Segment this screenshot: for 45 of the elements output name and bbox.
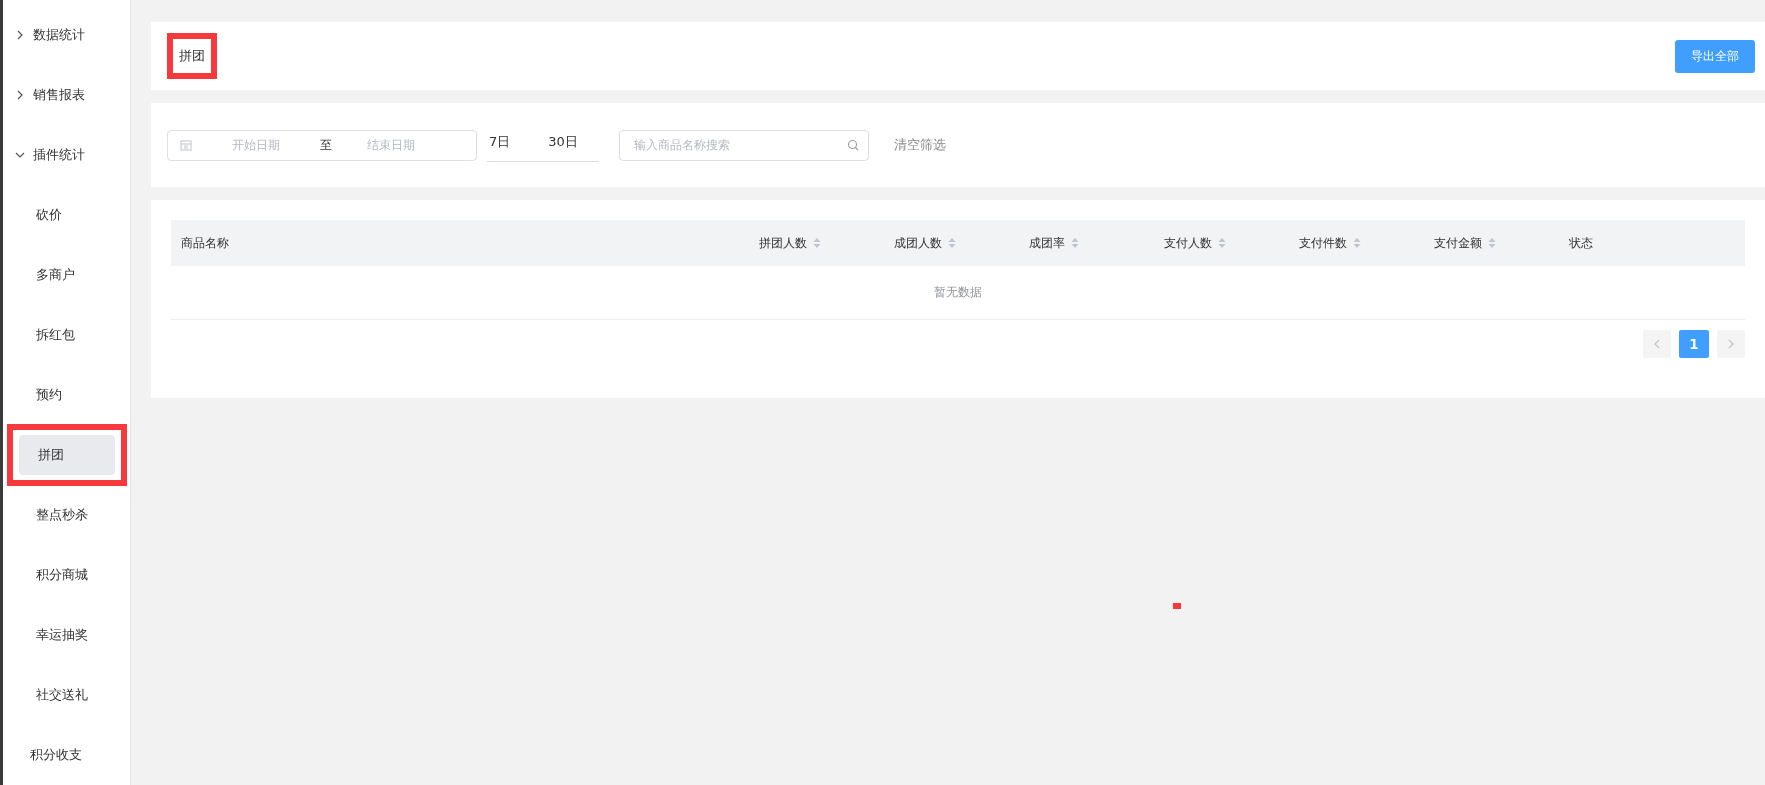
column-header: 支付人数	[1164, 234, 1212, 252]
sort-icon[interactable]	[813, 237, 821, 249]
sort-icon[interactable]	[1218, 237, 1226, 249]
chevron-icon	[15, 90, 25, 100]
column-header: 状态	[1569, 234, 1593, 252]
column-header: 支付件数	[1299, 234, 1347, 252]
sort-icon[interactable]	[948, 237, 956, 249]
sidebar-item[interactable]: 拼团	[19, 435, 115, 475]
sort-icon[interactable]	[1353, 237, 1361, 249]
column-header: 拼团人数	[759, 234, 807, 252]
sidebar-group[interactable]: 插件统计	[3, 125, 130, 185]
sidebar-item[interactable]: 幸运抽奖	[17, 615, 113, 655]
chevron-icon	[15, 150, 25, 160]
column-header: 商品名称	[181, 234, 229, 252]
sidebar-item[interactable]: 积分商城	[17, 555, 113, 595]
sidebar-item[interactable]: 砍价	[17, 195, 113, 235]
next-page-button[interactable]	[1717, 330, 1745, 358]
search-icon	[847, 139, 859, 151]
sidebar-group[interactable]: 数据统计	[3, 5, 130, 65]
sidebar-item[interactable]: 积分收支	[3, 725, 130, 785]
empty-text: 暂无数据	[934, 284, 982, 301]
column-header: 成团人数	[894, 234, 942, 252]
prev-page-button[interactable]	[1643, 330, 1671, 358]
start-date-placeholder: 开始日期	[232, 136, 280, 154]
calendar-icon	[180, 139, 192, 151]
sort-icon[interactable]	[1488, 237, 1496, 249]
sidebar-item[interactable]: 整点秒杀	[17, 495, 113, 535]
range-separator: 至	[320, 136, 332, 154]
column-header: 成团率	[1029, 234, 1065, 252]
sidebar-group[interactable]: 销售报表	[3, 65, 130, 125]
sort-icon[interactable]	[1071, 237, 1079, 249]
quick-range-tab[interactable]: 30日	[548, 132, 578, 151]
sidebar-item[interactable]: 社交送礼	[17, 675, 113, 715]
chevron-left-icon	[1653, 339, 1661, 349]
sidebar-item[interactable]: 拆红包	[17, 315, 113, 355]
date-range-field[interactable]: 开始日期 至 结束日期	[167, 129, 477, 161]
clear-filters-link[interactable]: 清空筛选	[894, 136, 946, 154]
chevron-right-icon	[1727, 339, 1735, 349]
page-title: 拼团	[178, 47, 206, 65]
quick-range-tab[interactable]: 7日	[489, 132, 511, 151]
end-date-placeholder: 结束日期	[367, 136, 415, 154]
column-header: 支付金额	[1434, 234, 1482, 252]
chevron-icon	[15, 30, 25, 40]
sidebar-item[interactable]: 多商户	[17, 255, 113, 295]
sidebar-item[interactable]: 预约	[17, 375, 113, 415]
